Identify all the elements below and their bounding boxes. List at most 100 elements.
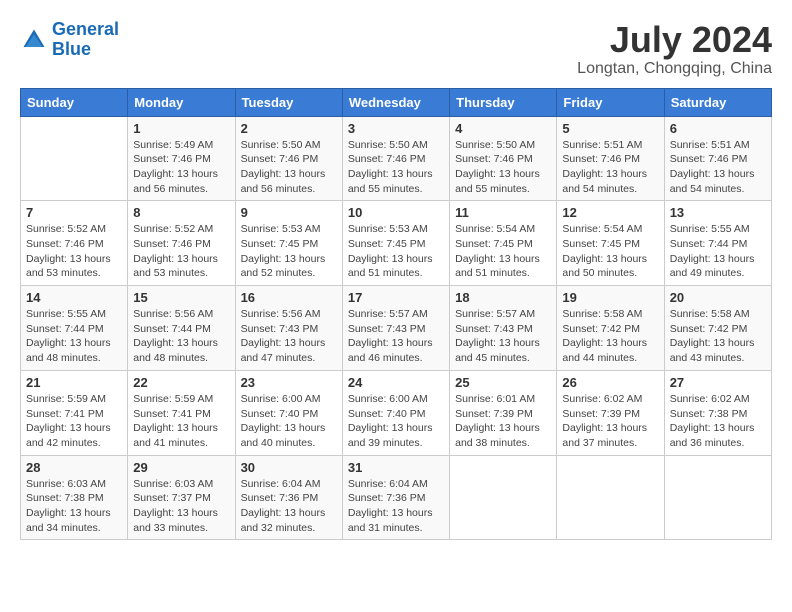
day-info: Sunrise: 6:01 AMSunset: 7:39 PMDaylight:…: [455, 392, 551, 451]
day-number: 20: [670, 290, 766, 305]
day-info: Sunrise: 5:52 AMSunset: 7:46 PMDaylight:…: [133, 222, 229, 281]
day-cell: 12 Sunrise: 5:54 AMSunset: 7:45 PMDayligh…: [557, 201, 664, 286]
day-cell: 2 Sunrise: 5:50 AMSunset: 7:46 PMDaylight…: [235, 116, 342, 201]
day-number: 30: [241, 460, 337, 475]
day-number: 25: [455, 375, 551, 390]
day-cell: [450, 455, 557, 540]
day-number: 26: [562, 375, 658, 390]
day-cell: 20 Sunrise: 5:58 AMSunset: 7:42 PMDayligh…: [664, 286, 771, 371]
day-cell: 4 Sunrise: 5:50 AMSunset: 7:46 PMDaylight…: [450, 116, 557, 201]
day-info: Sunrise: 6:00 AMSunset: 7:40 PMDaylight:…: [348, 392, 444, 451]
day-number: 3: [348, 121, 444, 136]
weekday-header-row: SundayMondayTuesdayWednesdayThursdayFrid…: [21, 88, 772, 116]
day-cell: 24 Sunrise: 6:00 AMSunset: 7:40 PMDayligh…: [342, 370, 449, 455]
day-number: 29: [133, 460, 229, 475]
day-cell: 28 Sunrise: 6:03 AMSunset: 7:38 PMDayligh…: [21, 455, 128, 540]
day-info: Sunrise: 6:02 AMSunset: 7:38 PMDaylight:…: [670, 392, 766, 451]
logo-text: General Blue: [52, 20, 119, 60]
day-number: 21: [26, 375, 122, 390]
day-info: Sunrise: 5:51 AMSunset: 7:46 PMDaylight:…: [670, 138, 766, 197]
day-info: Sunrise: 5:58 AMSunset: 7:42 PMDaylight:…: [670, 307, 766, 366]
day-info: Sunrise: 5:58 AMSunset: 7:42 PMDaylight:…: [562, 307, 658, 366]
week-row-3: 14 Sunrise: 5:55 AMSunset: 7:44 PMDayligh…: [21, 286, 772, 371]
day-info: Sunrise: 6:02 AMSunset: 7:39 PMDaylight:…: [562, 392, 658, 451]
week-row-4: 21Sunrise: 5:59 AMSunset: 7:41 PMDayligh…: [21, 370, 772, 455]
day-cell: [557, 455, 664, 540]
day-info: Sunrise: 5:50 AMSunset: 7:46 PMDaylight:…: [241, 138, 337, 197]
day-number: 16: [241, 290, 337, 305]
day-info: Sunrise: 5:50 AMSunset: 7:46 PMDaylight:…: [348, 138, 444, 197]
weekday-header-tuesday: Tuesday: [235, 88, 342, 116]
weekday-header-saturday: Saturday: [664, 88, 771, 116]
week-row-5: 28 Sunrise: 6:03 AMSunset: 7:38 PMDayligh…: [21, 455, 772, 540]
day-info: Sunrise: 6:03 AMSunset: 7:38 PMDaylight:…: [26, 477, 122, 536]
weekday-header-thursday: Thursday: [450, 88, 557, 116]
day-cell: [664, 455, 771, 540]
day-cell: 22Sunrise: 5:59 AMSunset: 7:41 PMDayligh…: [128, 370, 235, 455]
day-number: 10: [348, 205, 444, 220]
day-info: Sunrise: 5:53 AMSunset: 7:45 PMDaylight:…: [348, 222, 444, 281]
title-block: July 2024 Longtan, Chongqing, China: [577, 20, 772, 78]
day-number: 2: [241, 121, 337, 136]
day-cell: [21, 116, 128, 201]
day-cell: 16Sunrise: 5:56 AMSunset: 7:43 PMDayligh…: [235, 286, 342, 371]
day-cell: 13 Sunrise: 5:55 AMSunset: 7:44 PMDayligh…: [664, 201, 771, 286]
weekday-header-monday: Monday: [128, 88, 235, 116]
day-cell: 17 Sunrise: 5:57 AMSunset: 7:43 PMDayligh…: [342, 286, 449, 371]
day-cell: 27 Sunrise: 6:02 AMSunset: 7:38 PMDayligh…: [664, 370, 771, 455]
day-cell: 15 Sunrise: 5:56 AMSunset: 7:44 PMDayligh…: [128, 286, 235, 371]
day-number: 11: [455, 205, 551, 220]
day-number: 17: [348, 290, 444, 305]
day-info: Sunrise: 5:55 AMSunset: 7:44 PMDaylight:…: [670, 222, 766, 281]
day-info: Sunrise: 5:50 AMSunset: 7:46 PMDaylight:…: [455, 138, 551, 197]
weekday-header-wednesday: Wednesday: [342, 88, 449, 116]
day-info: Sunrise: 5:53 AMSunset: 7:45 PMDaylight:…: [241, 222, 337, 281]
month-year-title: July 2024: [577, 20, 772, 60]
day-number: 9: [241, 205, 337, 220]
day-cell: 5Sunrise: 5:51 AMSunset: 7:46 PMDaylight…: [557, 116, 664, 201]
day-cell: 26 Sunrise: 6:02 AMSunset: 7:39 PMDayligh…: [557, 370, 664, 455]
logo-general: General: [52, 19, 119, 39]
day-info: Sunrise: 5:54 AMSunset: 7:45 PMDaylight:…: [562, 222, 658, 281]
day-cell: 10 Sunrise: 5:53 AMSunset: 7:45 PMDayligh…: [342, 201, 449, 286]
logo-blue: Blue: [52, 39, 91, 59]
day-cell: 25 Sunrise: 6:01 AMSunset: 7:39 PMDayligh…: [450, 370, 557, 455]
day-number: 28: [26, 460, 122, 475]
day-cell: 31Sunrise: 6:04 AMSunset: 7:36 PMDayligh…: [342, 455, 449, 540]
day-info: Sunrise: 5:51 AMSunset: 7:46 PMDaylight:…: [562, 138, 658, 197]
day-number: 24: [348, 375, 444, 390]
weekday-header-sunday: Sunday: [21, 88, 128, 116]
day-cell: 18Sunrise: 5:57 AMSunset: 7:43 PMDayligh…: [450, 286, 557, 371]
location-subtitle: Longtan, Chongqing, China: [577, 60, 772, 78]
day-number: 19: [562, 290, 658, 305]
day-number: 1: [133, 121, 229, 136]
calendar-table: SundayMondayTuesdayWednesdayThursdayFrid…: [20, 88, 772, 541]
day-number: 13: [670, 205, 766, 220]
day-info: Sunrise: 6:04 AMSunset: 7:36 PMDaylight:…: [241, 477, 337, 536]
day-number: 27: [670, 375, 766, 390]
day-cell: 14 Sunrise: 5:55 AMSunset: 7:44 PMDayligh…: [21, 286, 128, 371]
day-cell: 30 Sunrise: 6:04 AMSunset: 7:36 PMDayligh…: [235, 455, 342, 540]
day-cell: 1Sunrise: 5:49 AMSunset: 7:46 PMDaylight…: [128, 116, 235, 201]
day-cell: 21Sunrise: 5:59 AMSunset: 7:41 PMDayligh…: [21, 370, 128, 455]
day-info: Sunrise: 5:56 AMSunset: 7:44 PMDaylight:…: [133, 307, 229, 366]
day-cell: 8 Sunrise: 5:52 AMSunset: 7:46 PMDaylight…: [128, 201, 235, 286]
day-cell: 7 Sunrise: 5:52 AMSunset: 7:46 PMDaylight…: [21, 201, 128, 286]
day-number: 4: [455, 121, 551, 136]
logo-icon: [20, 26, 48, 54]
day-cell: 23 Sunrise: 6:00 AMSunset: 7:40 PMDayligh…: [235, 370, 342, 455]
day-cell: 9 Sunrise: 5:53 AMSunset: 7:45 PMDaylight…: [235, 201, 342, 286]
day-info: Sunrise: 5:57 AMSunset: 7:43 PMDaylight:…: [348, 307, 444, 366]
day-number: 15: [133, 290, 229, 305]
day-number: 7: [26, 205, 122, 220]
day-number: 23: [241, 375, 337, 390]
day-info: Sunrise: 6:00 AMSunset: 7:40 PMDaylight:…: [241, 392, 337, 451]
day-number: 12: [562, 205, 658, 220]
day-info: Sunrise: 5:55 AMSunset: 7:44 PMDaylight:…: [26, 307, 122, 366]
week-row-2: 7 Sunrise: 5:52 AMSunset: 7:46 PMDaylight…: [21, 201, 772, 286]
day-info: Sunrise: 6:04 AMSunset: 7:36 PMDaylight:…: [348, 477, 444, 536]
day-number: 22: [133, 375, 229, 390]
day-number: 8: [133, 205, 229, 220]
day-info: Sunrise: 5:52 AMSunset: 7:46 PMDaylight:…: [26, 222, 122, 281]
day-number: 14: [26, 290, 122, 305]
